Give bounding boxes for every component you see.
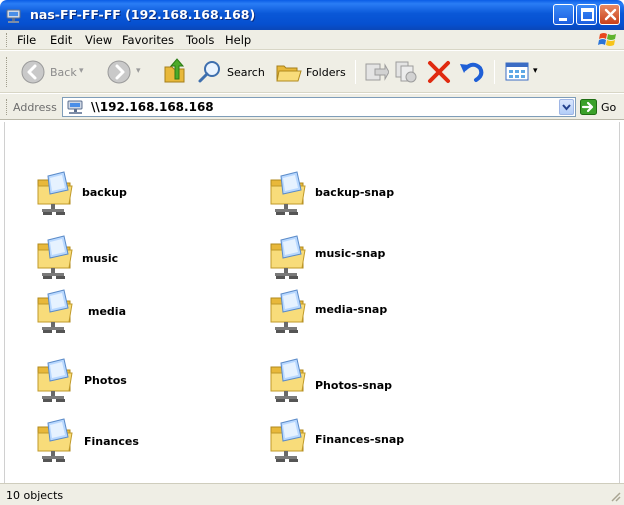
address-input[interactable]: \\192.168.168.168 — [62, 97, 576, 117]
close-button[interactable] — [599, 4, 620, 25]
forward-icon — [107, 60, 131, 84]
back-icon — [21, 60, 45, 84]
shared-folder-icon — [267, 417, 309, 463]
menu-view[interactable]: View — [85, 33, 112, 47]
folders-label: Folders — [306, 66, 346, 79]
menu-help[interactable]: Help — [225, 33, 251, 47]
delete-button[interactable] — [425, 56, 453, 88]
folders-button[interactable]: Folders — [275, 56, 349, 88]
folder-name: media — [88, 305, 126, 318]
go-arrow-icon[interactable] — [580, 99, 597, 115]
folder-view: backup backup-snap music music-snap medi… — [4, 122, 620, 483]
address-dropdown-button[interactable] — [559, 99, 574, 115]
forward-button[interactable]: ▾ — [100, 56, 146, 88]
menu-grip — [6, 33, 8, 47]
up-folder-button[interactable] — [160, 56, 188, 88]
resize-grip-icon[interactable] — [609, 490, 621, 502]
minimize-icon — [559, 18, 567, 21]
address-label: Address — [13, 101, 57, 114]
menu-file[interactable]: File — [17, 33, 36, 47]
go-button[interactable]: Go — [601, 101, 616, 114]
maximize-icon — [581, 8, 594, 21]
maximize-button[interactable] — [576, 4, 597, 25]
folder-name: Finances — [84, 435, 139, 448]
windows-logo-icon — [598, 33, 616, 46]
shared-folder-icon — [267, 357, 309, 403]
address-bar: Address \\192.168.168.168 Go — [0, 94, 624, 120]
toolbar-separator — [494, 60, 495, 84]
shared-folder-icon — [267, 288, 309, 334]
delete-icon — [428, 61, 450, 83]
forward-dropdown-arrow: ▾ — [136, 66, 141, 76]
folders-icon — [276, 65, 302, 82]
folder-name: Finances-snap — [315, 433, 405, 446]
back-label: Back — [50, 66, 77, 79]
title-bar[interactable]: nas-FF-FF-FF (192.168.168.168) — [0, 0, 624, 30]
window-title: nas-FF-FF-FF (192.168.168.168) — [30, 7, 256, 22]
shared-folder-icon — [34, 417, 76, 463]
minimize-button[interactable] — [553, 4, 574, 25]
undo-button[interactable] — [458, 56, 486, 88]
status-bar: 10 objects — [0, 483, 624, 505]
network-drive-icon — [6, 9, 21, 23]
folder-name: media-snap — [315, 303, 388, 316]
up-folder-icon — [164, 58, 185, 83]
back-dropdown-arrow: ▾ — [79, 66, 84, 76]
undo-icon — [460, 62, 484, 82]
search-label: Search — [227, 66, 265, 79]
shared-folder-icon — [267, 234, 309, 280]
move-to-button[interactable] — [362, 56, 390, 88]
address-value: \\192.168.168.168 — [91, 100, 214, 114]
menu-bar: File Edit View Favorites Tools Help — [0, 30, 624, 50]
network-drive-icon — [67, 100, 83, 114]
search-button[interactable]: Search — [195, 56, 267, 88]
shared-folder-icon — [34, 234, 76, 280]
toolbar-separator — [355, 60, 356, 84]
folder-name: backup-snap — [315, 186, 395, 199]
shared-folder-icon — [34, 288, 76, 334]
close-icon — [604, 8, 617, 21]
views-icon — [505, 62, 529, 81]
back-button[interactable]: Back ▾ — [20, 56, 90, 88]
folder-name: music-snap — [315, 247, 386, 260]
chevron-down-icon — [562, 104, 571, 111]
copy-to-button[interactable] — [392, 56, 420, 88]
folder-name: backup — [82, 186, 127, 199]
shared-folder-icon — [34, 357, 76, 403]
standard-toolbar: Back ▾ ▾ Search Folders ▾ — [0, 51, 624, 93]
menu-tools[interactable]: Tools — [186, 33, 214, 47]
folder-name: music — [82, 252, 119, 265]
folder-name: Photos — [84, 374, 127, 387]
search-icon — [198, 61, 220, 83]
menu-favorites[interactable]: Favorites — [122, 33, 174, 47]
views-button[interactable]: ▾ — [502, 56, 542, 88]
status-object-count: 10 objects — [6, 489, 64, 502]
toolbar-grip — [6, 57, 8, 87]
move-to-icon — [365, 63, 389, 81]
address-grip — [6, 99, 8, 115]
folder-name: Photos-snap — [315, 379, 393, 392]
copy-to-icon — [395, 61, 417, 83]
shared-folder-icon — [267, 170, 309, 216]
views-dropdown-arrow: ▾ — [533, 66, 538, 76]
shared-folder-icon — [34, 170, 76, 216]
menu-edit[interactable]: Edit — [50, 33, 72, 47]
